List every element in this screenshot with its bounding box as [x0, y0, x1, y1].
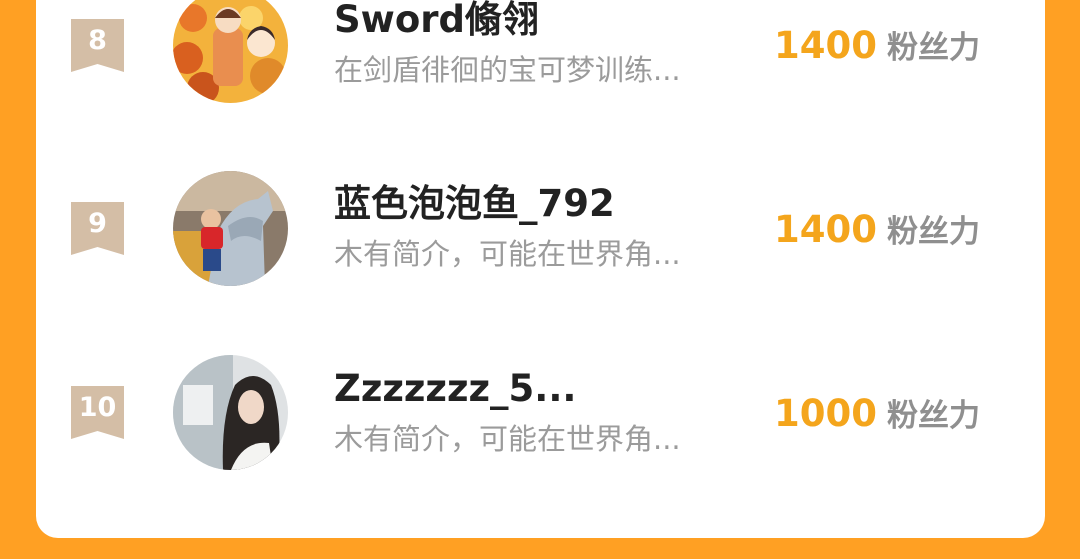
user-name[interactable]: Zzzzzzz_5...: [334, 367, 576, 411]
rank-number: 8: [88, 25, 107, 56]
score-unit: 粉丝力: [886, 214, 980, 250]
user-name[interactable]: 蓝色泡泡鱼_792: [334, 182, 615, 226]
rank-badge-icon: 10: [71, 386, 124, 439]
user-bio: 木有简介，可能在世界角...: [334, 422, 681, 456]
fan-power-score: 1400 粉丝力: [774, 22, 980, 67]
score-value: 1000: [774, 392, 877, 435]
user-avatar[interactable]: [173, 355, 288, 470]
user-bio: 木有简介，可能在世界角...: [334, 237, 681, 271]
score-unit: 粉丝力: [886, 398, 980, 434]
user-avatar[interactable]: [173, 0, 288, 103]
leaderboard-row-10[interactable]: 10 Zzzzzzz_5... 木有简介，可能在世界角... 1000 粉丝力: [0, 354, 1080, 474]
fan-power-score: 1000 粉丝力: [774, 390, 980, 435]
user-name[interactable]: Sword翛翎: [334, 0, 539, 42]
score-unit: 粉丝力: [886, 30, 980, 66]
leaderboard-row-9[interactable]: 9 蓝色泡泡鱼_792 木有简介，可能在世界角... 1400 粉丝力: [0, 170, 1080, 290]
rank-badge-icon: 8: [71, 19, 124, 72]
rank-number: 9: [88, 208, 107, 239]
user-bio: 在剑盾徘徊的宝可梦训练...: [334, 53, 681, 87]
fan-power-score: 1400 粉丝力: [774, 206, 980, 251]
leaderboard-row-8[interactable]: 8 Sword翛翎 在剑盾徘徊的宝可梦训练... 1400 粉丝力: [0, 0, 1080, 108]
rank-badge-icon: 9: [71, 202, 124, 255]
score-value: 1400: [774, 208, 877, 251]
score-value: 1400: [774, 24, 877, 67]
user-avatar[interactable]: [173, 171, 288, 286]
rank-number: 10: [78, 392, 117, 423]
